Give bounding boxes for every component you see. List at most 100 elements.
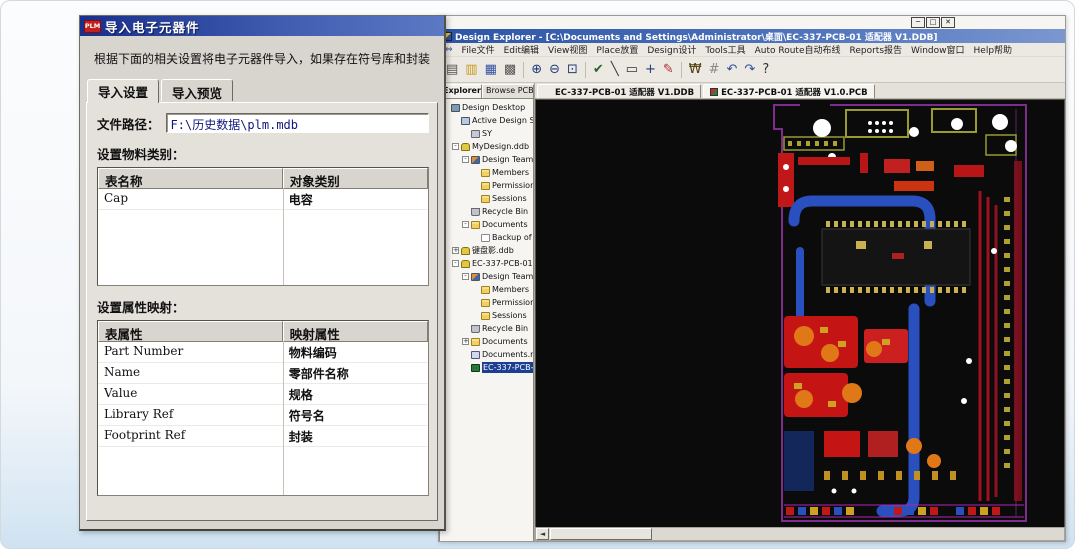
column-header[interactable]: 对象类别	[283, 168, 428, 189]
pcb-board-graphic	[764, 101, 1054, 525]
tree-item[interactable]: Members	[472, 166, 533, 179]
horizontal-scrollbar[interactable]: ◄	[535, 527, 1065, 541]
category-table[interactable]: 表名称对象类别 Cap 电容	[97, 167, 429, 286]
tree-item[interactable]: Permissions	[472, 179, 533, 192]
tree-item[interactable]: Recycle Bin	[462, 322, 533, 335]
dialog-tab[interactable]: 导入设置	[87, 79, 159, 103]
menu-item[interactable]: Auto Route自动布线	[755, 43, 841, 56]
mapping-table[interactable]: 表属性映射属性 Part Number 物料编码 Name 零部件名称	[97, 320, 429, 496]
tree-item[interactable]: Sessions	[472, 309, 533, 322]
tree-item[interactable]: Active Design Station	[452, 114, 533, 127]
category-section-label: 设置物料类别：	[97, 144, 429, 163]
tree-item[interactable]: EC-337-PCB-01 适配器	[462, 361, 533, 374]
tree-item[interactable]: - Documents	[462, 218, 533, 231]
tree-expander[interactable]: -	[462, 156, 469, 163]
dialog-tab[interactable]: 导入预览	[161, 79, 233, 101]
scroll-left-icon[interactable]: ◄	[536, 528, 549, 540]
tree-expander[interactable]: -	[452, 143, 459, 150]
new-sheet-icon[interactable]: ▤	[446, 63, 458, 76]
column-header[interactable]: 表名称	[98, 168, 283, 189]
zoom-out-icon[interactable]: ⊖	[549, 63, 560, 76]
zoom-in-icon[interactable]: ⊕	[531, 63, 542, 76]
rect-tool-icon[interactable]: ▭	[626, 63, 638, 76]
tree-item[interactable]: - Design Team	[462, 153, 533, 166]
pcb-canvas[interactable]	[535, 99, 1065, 527]
tree-item-label: Sessions	[492, 311, 527, 320]
tree-item[interactable]: Members	[472, 283, 533, 296]
toolbar-separator	[585, 62, 586, 78]
tree-item[interactable]: - MyDesign.ddb	[452, 140, 533, 153]
tree-item-label: EC-337-PCB-01 适配器	[482, 362, 533, 373]
tree-item[interactable]: Documents.rep	[462, 348, 533, 361]
move-cross-icon[interactable]: +	[645, 63, 656, 76]
scrollbar-thumb[interactable]	[550, 528, 652, 540]
tree-item[interactable]: SY	[462, 127, 533, 140]
menu-item[interactable]: Tools工具	[705, 43, 745, 56]
plm-logo-icon: PLM	[84, 20, 101, 33]
tree-item[interactable]: Recycle Bin	[462, 205, 533, 218]
tree-item[interactable]: - Design Team	[462, 270, 533, 283]
panel-tab[interactable]: Browse PCB	[482, 84, 534, 98]
design-tree[interactable]: Design Desktop Active Design Station S	[439, 98, 534, 541]
folder-icon	[471, 221, 480, 229]
menu-item[interactable]: Edit编辑	[504, 43, 539, 56]
table-row[interactable]: Value 规格	[98, 384, 428, 405]
table-attribute-cell: Part Number	[98, 342, 283, 362]
tree-expander[interactable]: -	[462, 221, 469, 228]
mapped-attribute-cell: 封装	[283, 426, 428, 446]
menu-item[interactable]: File文件	[462, 43, 495, 56]
column-header[interactable]: 映射属性	[283, 321, 428, 342]
grid-icon[interactable]: #	[709, 63, 720, 76]
menu-item[interactable]: View视图	[548, 43, 587, 56]
document-tab[interactable]: EC-337-PCB-01 适配器 V1.0.PCB	[703, 84, 875, 98]
table-row[interactable]: Cap 电容	[98, 189, 428, 210]
zoom-area-icon[interactable]: ⊡	[567, 63, 578, 76]
document-tab[interactable]: EC-337-PCB-01 适配器 V1.DDB	[537, 84, 701, 98]
table-row[interactable]: Part Number 物料编码	[98, 342, 428, 363]
tree-item[interactable]: Design Desktop	[442, 101, 533, 114]
route-icon[interactable]: ₩	[689, 63, 702, 76]
save-icon[interactable]: ▦	[485, 63, 497, 76]
tree-item[interactable]: Backup of 键盘	[472, 231, 533, 244]
tree-expander[interactable]: -	[462, 273, 469, 280]
file-path-input[interactable]: F:\历史数据\plm.mdb	[166, 113, 429, 133]
minimize-icon[interactable]: ─	[911, 17, 925, 28]
tree-expander[interactable]: +	[452, 247, 459, 254]
computer-icon	[471, 130, 480, 138]
panel-tab-label: Explorer	[443, 86, 481, 95]
tree-item[interactable]: + 键盘影.ddb	[452, 244, 533, 257]
menu-item[interactable]: Place放置	[596, 43, 638, 56]
menu-item[interactable]: Help帮助	[974, 43, 1013, 56]
pencil-icon[interactable]: ✎	[663, 63, 674, 76]
tree-item[interactable]: Sessions	[472, 192, 533, 205]
dialog-titlebar[interactable]: PLM 导入电子元器件	[80, 16, 444, 36]
table-row[interactable]: Library Ref 符号名	[98, 405, 428, 426]
close-icon[interactable]: ✕	[941, 17, 955, 28]
print-icon[interactable]: ▩	[504, 63, 516, 76]
tree-item-label: Permissions	[492, 181, 533, 190]
redo-icon[interactable]: ↷	[744, 63, 755, 76]
menu-item[interactable]: Design设计	[647, 43, 696, 56]
open-folder-icon[interactable]: ▥	[465, 63, 477, 76]
help-icon[interactable]: ?	[762, 63, 769, 76]
tree-item[interactable]: - EC-337-PCB-01 适配器	[452, 257, 533, 270]
document-area: EC-337-PCB-01 适配器 V1.DDB EC-337-PCB-01 适…	[535, 83, 1065, 541]
tree-item[interactable]: Permissions	[472, 296, 533, 309]
table-row[interactable]: Name 零部件名称	[98, 363, 428, 384]
menu-item[interactable]: Window窗口	[911, 43, 965, 56]
table-row[interactable]: Footprint Ref 封装	[98, 426, 428, 447]
design-explorer-window: ─ □ ✕ Design Explorer - [C:\Documents an…	[438, 15, 1066, 542]
menu-item[interactable]: Reports报告	[849, 43, 902, 56]
tree-item-label: EC-337-PCB-01 适配器	[472, 258, 533, 269]
wrench-tool-icon[interactable]: ✔	[593, 63, 604, 76]
tree-expander[interactable]: -	[452, 260, 459, 267]
tree-item-label: Documents.rep	[482, 350, 533, 359]
tree-expander[interactable]: +	[462, 338, 469, 345]
tree-item-label: Backup of 键盘	[492, 232, 533, 243]
maximize-icon[interactable]: □	[926, 17, 940, 28]
column-header[interactable]: 表属性	[98, 321, 283, 342]
tree-item[interactable]: + Documents	[462, 335, 533, 348]
line-tool-icon[interactable]: ╲	[611, 63, 619, 76]
undo-icon[interactable]: ↶	[727, 63, 738, 76]
explorer-titlebar[interactable]: Design Explorer - [C:\Documents and Sett…	[439, 29, 1065, 43]
